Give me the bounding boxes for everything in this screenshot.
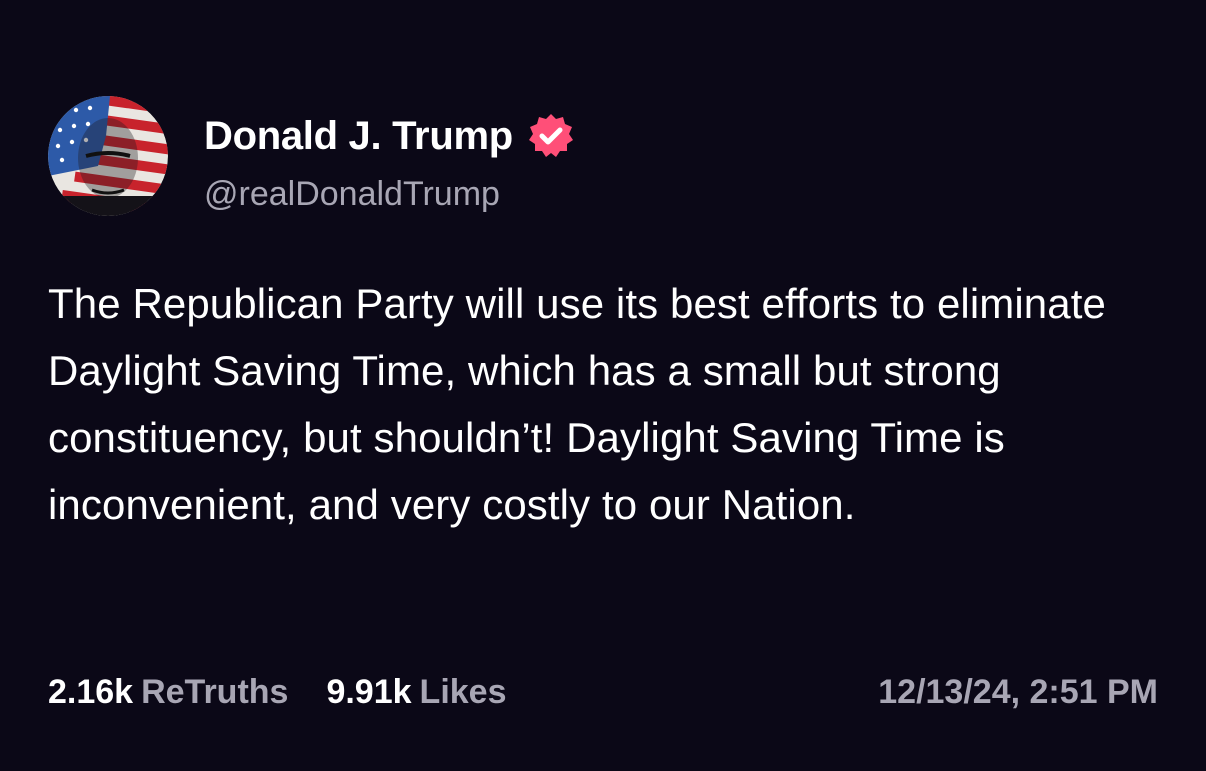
post-body-text: The Republican Party will use its best e… (48, 280, 1106, 528)
likes-count: 9.91k (326, 673, 412, 711)
retruths-count: 2.16k (48, 673, 134, 711)
author-handle[interactable]: @realDonaldTrump (204, 174, 500, 214)
truth-post-card: Donald J. Trump @realDonaldTrump The Rep… (0, 0, 1206, 771)
avatar[interactable] (48, 96, 168, 216)
post-stats: 2.16k ReTruths 9.91k Likes (48, 670, 507, 714)
likes-label: Likes (419, 673, 507, 711)
post-timestamp[interactable]: 12/13/24, 2:51 PM (878, 670, 1158, 714)
likes-stat[interactable]: 9.91k Likes (326, 670, 506, 714)
retruths-stat[interactable]: 2.16k ReTruths (48, 670, 288, 714)
retruths-label: ReTruths (141, 673, 289, 711)
author-name-row: Donald J. Trump (204, 112, 575, 160)
flag-portrait-avatar-icon (48, 96, 168, 216)
verified-badge-icon (527, 112, 575, 160)
author-display-name[interactable]: Donald J. Trump (204, 113, 513, 159)
